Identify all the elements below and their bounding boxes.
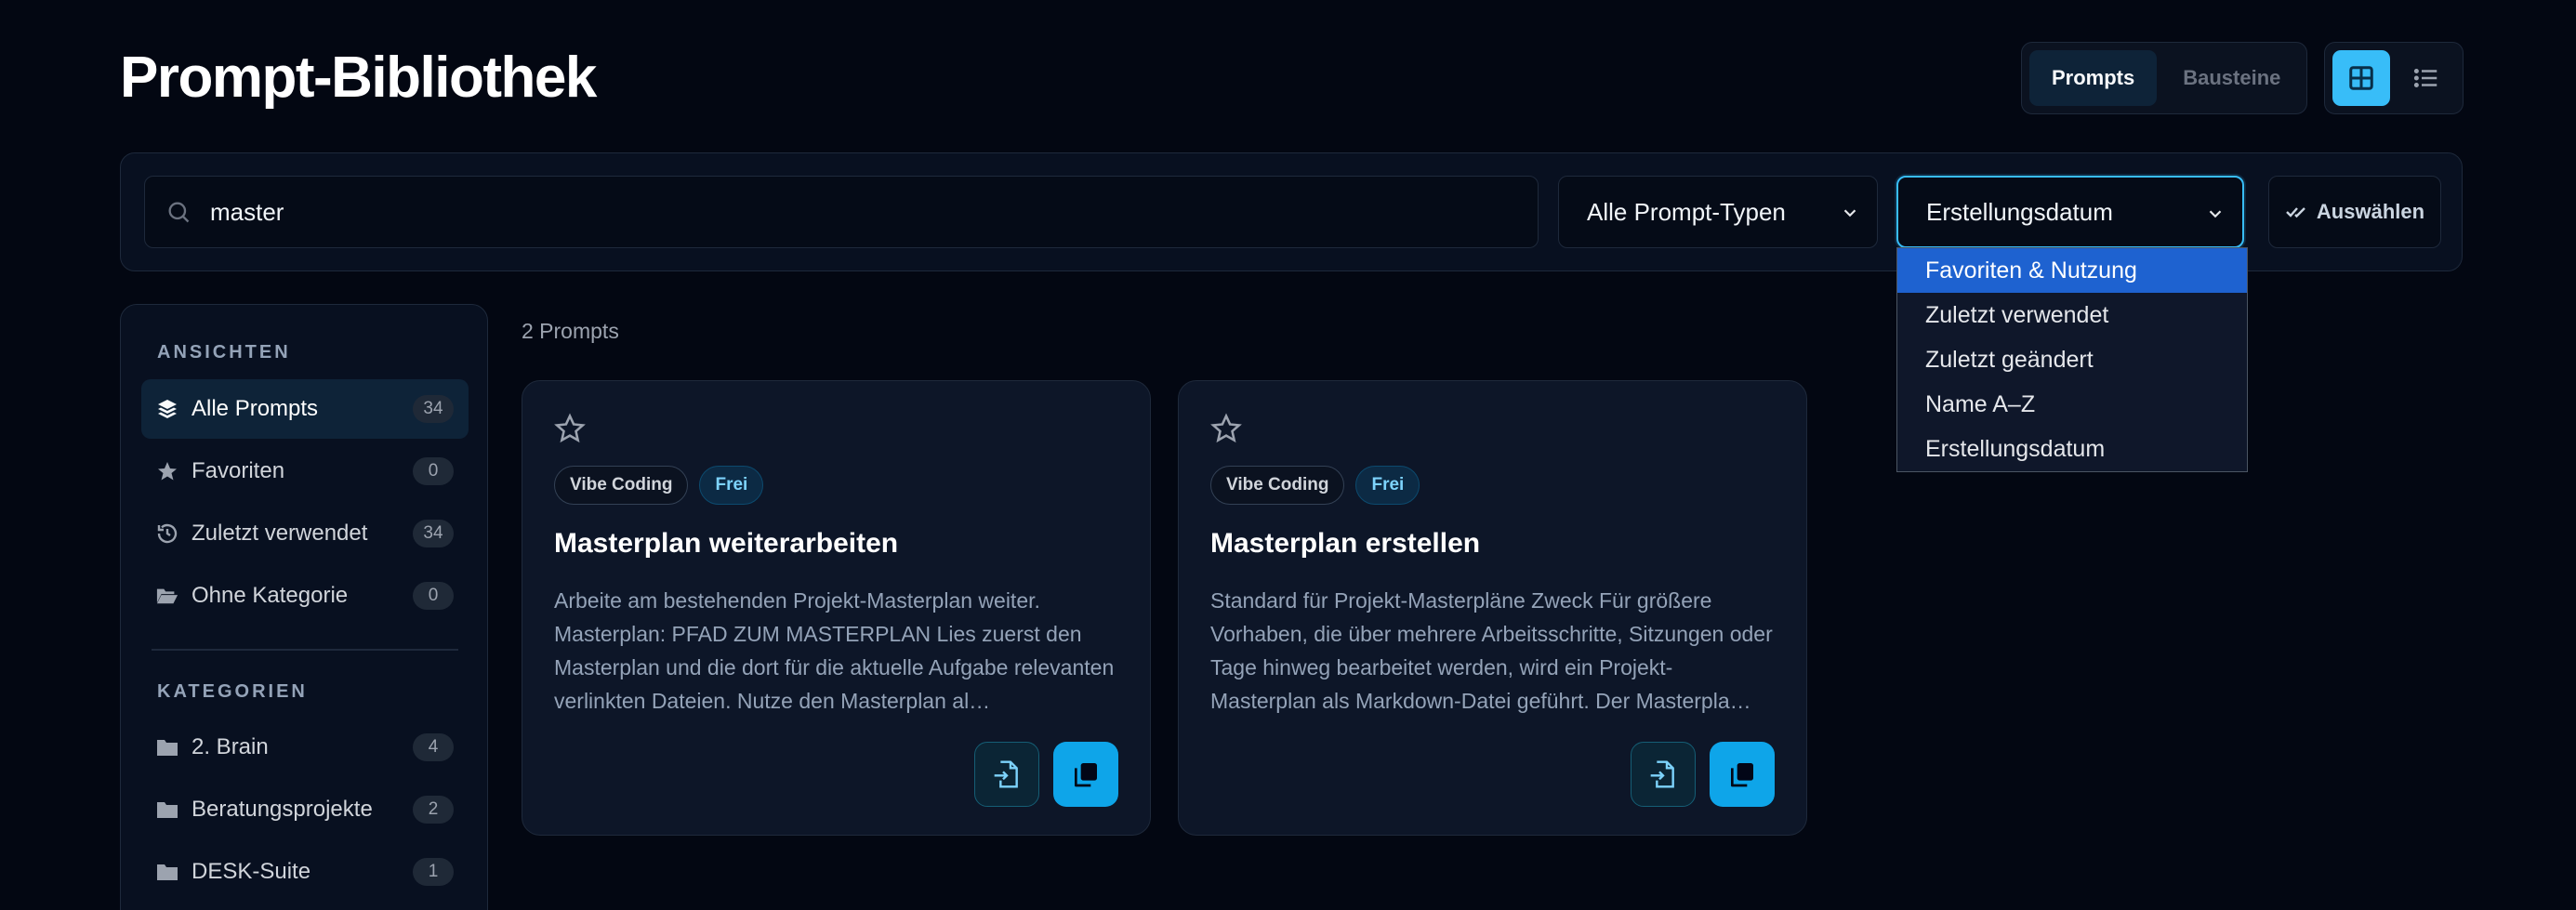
count-badge: 34 [413, 395, 454, 423]
tab-prompts[interactable]: Prompts [2029, 50, 2158, 106]
list-view-icon [2413, 69, 2437, 87]
search-icon [168, 202, 190, 223]
sidebar-item-label: DESK-Suite [192, 859, 311, 884]
grid-view-icon [2349, 66, 2373, 90]
list-view-button[interactable] [2398, 50, 2455, 106]
count-badge: 34 [413, 520, 454, 547]
card-description: Standard für Projekt-Masterpläne Zweck F… [1210, 588, 1773, 713]
prompt-type-select-value: Alle Prompt-Typen [1587, 197, 1786, 226]
check-list-icon [2286, 207, 2305, 218]
free-badge: Frei [699, 466, 764, 505]
copy-icon [1075, 763, 1097, 787]
sort-option[interactable]: Zuletzt verwendet [1897, 293, 2247, 337]
sidebar-item-label: Beratungsprojekte [192, 797, 373, 822]
sort-option[interactable]: Erstellungsdatum [1897, 427, 2247, 471]
count-badge: 2 [413, 796, 454, 824]
folder-icon [156, 736, 178, 758]
prompt-card[interactable]: Vibe Coding Frei Masterplan erstellen St… [1178, 380, 1807, 836]
page-title: Prompt-Bibliothek [120, 46, 597, 110]
prompt-library-page: Prompt-Bibliothek Prompts Bausteine Alle… [0, 0, 2576, 910]
category-tag: Vibe Coding [554, 466, 689, 505]
sort-select[interactable]: Erstellungsdatum [1896, 176, 2244, 248]
sort-option[interactable]: Zuletzt geändert [1897, 337, 2247, 382]
count-badge: 0 [413, 582, 454, 610]
views-section-label: ANSICHTEN [157, 342, 291, 363]
sidebar-category-item[interactable]: 2. Brain 4 [141, 718, 469, 777]
chevron-down-icon [1843, 209, 1856, 218]
sidebar-item-uncategorized[interactable]: Ohne Kategorie 0 [141, 566, 469, 626]
search-input[interactable] [210, 177, 1512, 247]
favorite-star-icon[interactable] [1210, 413, 1242, 444]
grid-view-button[interactable] [2332, 50, 2390, 106]
sidebar-item-label: Ohne Kategorie [192, 583, 349, 608]
select-mode-label: Auswählen [2316, 200, 2425, 223]
card-description: Arbeite am bestehenden Projekt-Masterpla… [554, 588, 1115, 713]
count-badge: 4 [413, 733, 454, 761]
categories-section-label: KATEGORIEN [157, 681, 308, 702]
count-badge: 1 [413, 858, 454, 886]
library-tab-switch: Prompts Bausteine [2021, 42, 2307, 114]
sidebar-item-favorites[interactable]: Favoriten 0 [141, 442, 469, 501]
star-icon [156, 460, 178, 482]
insert-prompt-button[interactable] [974, 742, 1039, 807]
folder-icon [156, 798, 178, 821]
card-tags: Vibe Coding Frei [1210, 466, 1420, 505]
sidebar-item-label: 2. Brain [192, 734, 269, 759]
file-insert-icon [1650, 760, 1674, 788]
prompt-card[interactable]: Vibe Coding Frei Masterplan weiterarbeit… [522, 380, 1151, 836]
sidebar-item-label: Alle Prompts [192, 396, 319, 421]
card-title: Masterplan weiterarbeiten [554, 528, 899, 559]
file-insert-icon [994, 760, 1018, 788]
sidebar-item-label: Favoriten [192, 458, 285, 483]
sidebar-item-all-prompts[interactable]: Alle Prompts 34 [141, 379, 469, 439]
insert-prompt-button[interactable] [1631, 742, 1696, 807]
sidebar-item-label: Zuletzt verwendet [192, 521, 368, 546]
sidebar-category-item[interactable]: Beratungsprojekte 2 [141, 780, 469, 839]
sort-dropdown-menu: Favoriten & Nutzung Zuletzt verwendet Zu… [1896, 247, 2248, 472]
sort-select-value: Erstellungsdatum [1926, 197, 2113, 226]
sidebar-category-item[interactable]: DESK-Suite 1 [141, 842, 469, 902]
history-icon [156, 522, 178, 545]
prompt-type-select[interactable]: Alle Prompt-Typen [1558, 176, 1878, 248]
chevron-down-icon [2209, 210, 2222, 218]
search-box [144, 176, 1539, 248]
copy-prompt-button[interactable] [1710, 742, 1775, 807]
view-mode-switch [2324, 42, 2464, 114]
layers-icon [156, 398, 178, 420]
sidebar: ANSICHTEN Alle Prompts 34 Favoriten 0 Zu… [120, 304, 488, 910]
favorite-star-icon[interactable] [554, 413, 586, 444]
folder-icon [156, 861, 178, 883]
sidebar-item-recent[interactable]: Zuletzt verwendet 34 [141, 504, 469, 563]
sort-option[interactable]: Favoriten & Nutzung [1897, 248, 2247, 293]
select-mode-button[interactable]: Auswählen [2268, 176, 2441, 248]
tab-bausteine[interactable]: Bausteine [2160, 50, 2303, 106]
result-count: 2 Prompts [522, 319, 619, 343]
sort-option[interactable]: Name A–Z [1897, 382, 2247, 427]
folder-open-icon [156, 585, 178, 607]
free-badge: Frei [1355, 466, 1420, 505]
count-badge: 0 [413, 457, 454, 485]
sidebar-divider [152, 649, 458, 651]
copy-prompt-button[interactable] [1053, 742, 1118, 807]
category-tag: Vibe Coding [1210, 466, 1345, 505]
card-tags: Vibe Coding Frei [554, 466, 764, 505]
copy-icon [1731, 763, 1753, 787]
card-title: Masterplan erstellen [1210, 528, 1481, 559]
